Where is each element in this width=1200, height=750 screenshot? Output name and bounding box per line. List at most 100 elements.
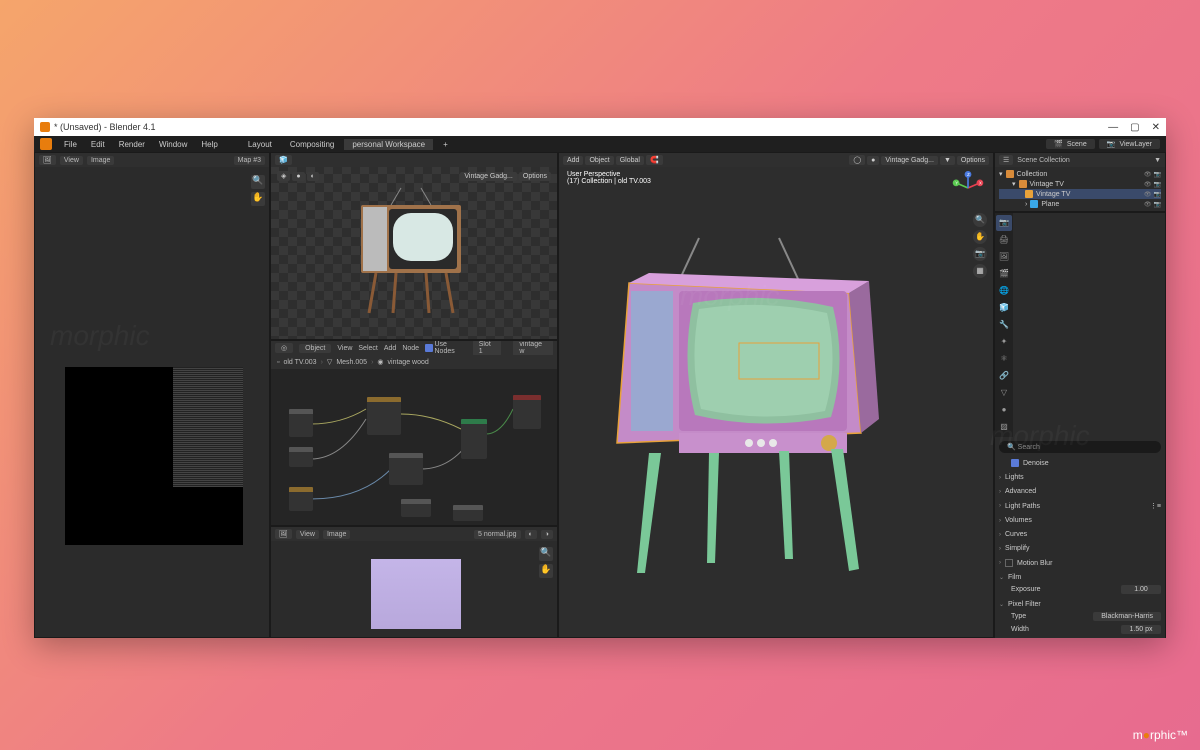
node-mapping[interactable] — [289, 447, 313, 467]
section-advanced[interactable]: ›Advanced — [999, 486, 1161, 497]
node-normal-map[interactable] — [389, 453, 423, 485]
node-color[interactable] — [401, 499, 431, 517]
section-volumes[interactable]: ›Volumes — [999, 515, 1161, 526]
menu-help[interactable]: Help — [195, 139, 223, 150]
img-editor-type[interactable]: 🖼 — [275, 529, 292, 539]
node-output[interactable] — [513, 395, 541, 429]
breadcrumb-mesh[interactable]: Mesh.005 — [336, 359, 367, 366]
zoom-icon[interactable]: 🔍 — [973, 213, 987, 227]
preview-editor-type[interactable]: 🧊 — [275, 155, 292, 165]
preview-shading-a[interactable]: ● — [292, 172, 304, 181]
outliner-row-vintage-tv-obj[interactable]: Vintage TV 👁📷 — [999, 189, 1161, 199]
section-simplify[interactable]: ›Simplify — [999, 543, 1161, 554]
section-lights[interactable]: ›Lights — [999, 472, 1161, 483]
tab-physics[interactable]: ⚛ — [996, 351, 1012, 367]
node-material-selector[interactable]: vintage w — [513, 340, 553, 356]
blender-logo-icon[interactable] — [40, 138, 52, 150]
uv-map-selector[interactable]: Map #3 — [234, 156, 265, 165]
orientation-selector[interactable]: Global — [616, 156, 644, 165]
viewport-filter-icon[interactable]: ▼ — [940, 156, 955, 165]
render-icon[interactable]: 📷 — [1154, 171, 1161, 178]
exposure-field[interactable]: Exposure1.00 — [999, 583, 1161, 596]
node-mode[interactable]: Object — [299, 344, 331, 353]
node-menu-view[interactable]: View — [337, 345, 352, 352]
preview-material-selector[interactable]: Vintage Gadg... — [460, 172, 517, 181]
workspace-layout[interactable]: Layout — [240, 139, 280, 150]
node-menu-select[interactable]: Select — [358, 345, 377, 352]
grid-icon[interactable]: ▦ — [973, 264, 987, 278]
tab-constraint[interactable]: 🔗 — [996, 368, 1012, 384]
close-button[interactable]: ✕ — [1152, 122, 1160, 133]
uv-canvas-area[interactable]: 🔍 ✋ — [35, 167, 269, 637]
node-principled[interactable] — [461, 419, 487, 459]
outliner-row-vintage-tv-coll[interactable]: ▾Vintage TV 👁📷 — [999, 179, 1161, 189]
workspace-personal[interactable]: personal Workspace — [344, 139, 433, 150]
tab-particle[interactable]: ✦ — [996, 334, 1012, 350]
node-menu-node[interactable]: Node — [402, 345, 419, 352]
workspace-add[interactable]: + — [435, 139, 456, 150]
tab-modifier[interactable]: 🔧 — [996, 317, 1012, 333]
filter-width-field[interactable]: Width1.50 px — [999, 623, 1161, 636]
viewlayer-selector[interactable]: 📷ViewLayer — [1099, 139, 1160, 149]
menu-edit[interactable]: Edit — [85, 139, 111, 150]
section-motion-blur[interactable]: ›Motion Blur — [999, 557, 1161, 569]
use-nodes-checkbox[interactable]: Use Nodes — [425, 341, 467, 355]
snap-icon[interactable]: 🧲 — [646, 155, 663, 165]
section-curves[interactable]: ›Curves — [999, 529, 1161, 540]
axis-gizmo[interactable]: X Y Z — [951, 171, 985, 205]
outliner-row-plane[interactable]: ›Plane 👁📷 — [999, 199, 1161, 209]
outliner-row-collection[interactable]: ▾Collection 👁📷 — [999, 169, 1161, 179]
img-zoom-icon[interactable]: 🔍 — [539, 547, 553, 561]
tab-world[interactable]: 🌐 — [996, 283, 1012, 299]
img-view-menu[interactable]: View — [296, 530, 319, 539]
viewport-shading-wireframe[interactable]: ◯ — [849, 155, 865, 165]
3d-viewport[interactable]: Add Object Global 🧲 ◯ ● Vintage Gadg... … — [558, 152, 994, 638]
tab-material[interactable]: ● — [996, 402, 1012, 418]
tab-scene[interactable]: 🎬 — [996, 266, 1012, 282]
denoise-checkbox[interactable]: Denoise — [999, 457, 1161, 469]
section-pixel-filter[interactable]: ⌄Pixel Filter — [999, 599, 1161, 610]
filter-type-field[interactable]: TypeBlackman-Harris — [999, 610, 1161, 623]
move-icon[interactable]: ✋ — [973, 230, 987, 244]
zoom-icon[interactable]: 🔍 — [251, 175, 265, 189]
node-texcoord[interactable] — [289, 409, 313, 437]
viewport-material[interactable]: Vintage Gadg... — [881, 156, 938, 165]
editor-type-uv[interactable]: 🖼 — [39, 155, 56, 165]
tab-render[interactable]: 📷 — [996, 215, 1012, 231]
tab-output[interactable]: 🖨 — [996, 232, 1012, 248]
node-editor-type[interactable]: ◎ — [275, 343, 293, 353]
node-image-tex[interactable] — [367, 397, 401, 435]
tab-texture[interactable]: ▨ — [996, 419, 1012, 435]
outliner-filter-icon[interactable]: ▼ — [1154, 157, 1161, 164]
viewport-object-menu[interactable]: Object — [585, 156, 613, 165]
property-search[interactable]: 🔍 Search — [999, 441, 1161, 453]
tab-view[interactable]: 🖼 — [996, 249, 1012, 265]
preview-options[interactable]: Options — [519, 172, 551, 181]
menu-window[interactable]: Window — [153, 139, 193, 150]
viewport-shading-solid[interactable]: ● — [867, 156, 879, 165]
node-tex-a[interactable] — [289, 487, 313, 511]
tab-object[interactable]: 🧊 — [996, 300, 1012, 316]
visibility-icon[interactable]: 👁 — [1144, 171, 1152, 178]
viewport-options[interactable]: Options — [957, 156, 989, 165]
img-color-a[interactable]: ◐ — [525, 530, 537, 539]
viewport-add-menu[interactable]: Add — [563, 156, 583, 165]
workspace-compositing[interactable]: Compositing — [282, 139, 342, 150]
breadcrumb-material[interactable]: vintage wood — [388, 359, 429, 366]
section-film[interactable]: ⌄Film — [999, 572, 1161, 583]
uv-image-menu[interactable]: Image — [87, 156, 114, 165]
slot-selector[interactable]: Slot 1 — [473, 340, 502, 356]
img-color-b[interactable]: ◑ — [541, 530, 553, 539]
camera-icon[interactable]: 📷 — [973, 247, 987, 261]
uv-view-menu[interactable]: View — [60, 156, 83, 165]
preview-shading-b[interactable]: ◐ — [307, 172, 319, 181]
minimize-button[interactable]: — — [1108, 122, 1118, 133]
tab-data[interactable]: ▽ — [996, 385, 1012, 401]
preview-mode[interactable]: ◈ — [277, 171, 290, 181]
menu-file[interactable]: File — [58, 139, 83, 150]
node-menu-add[interactable]: Add — [384, 345, 396, 352]
node-extra[interactable] — [453, 505, 483, 521]
outliner-type[interactable]: ☰ — [999, 155, 1013, 165]
hand-icon[interactable]: ✋ — [251, 192, 265, 206]
img-filename[interactable]: 5 normal.jpg — [474, 530, 521, 539]
